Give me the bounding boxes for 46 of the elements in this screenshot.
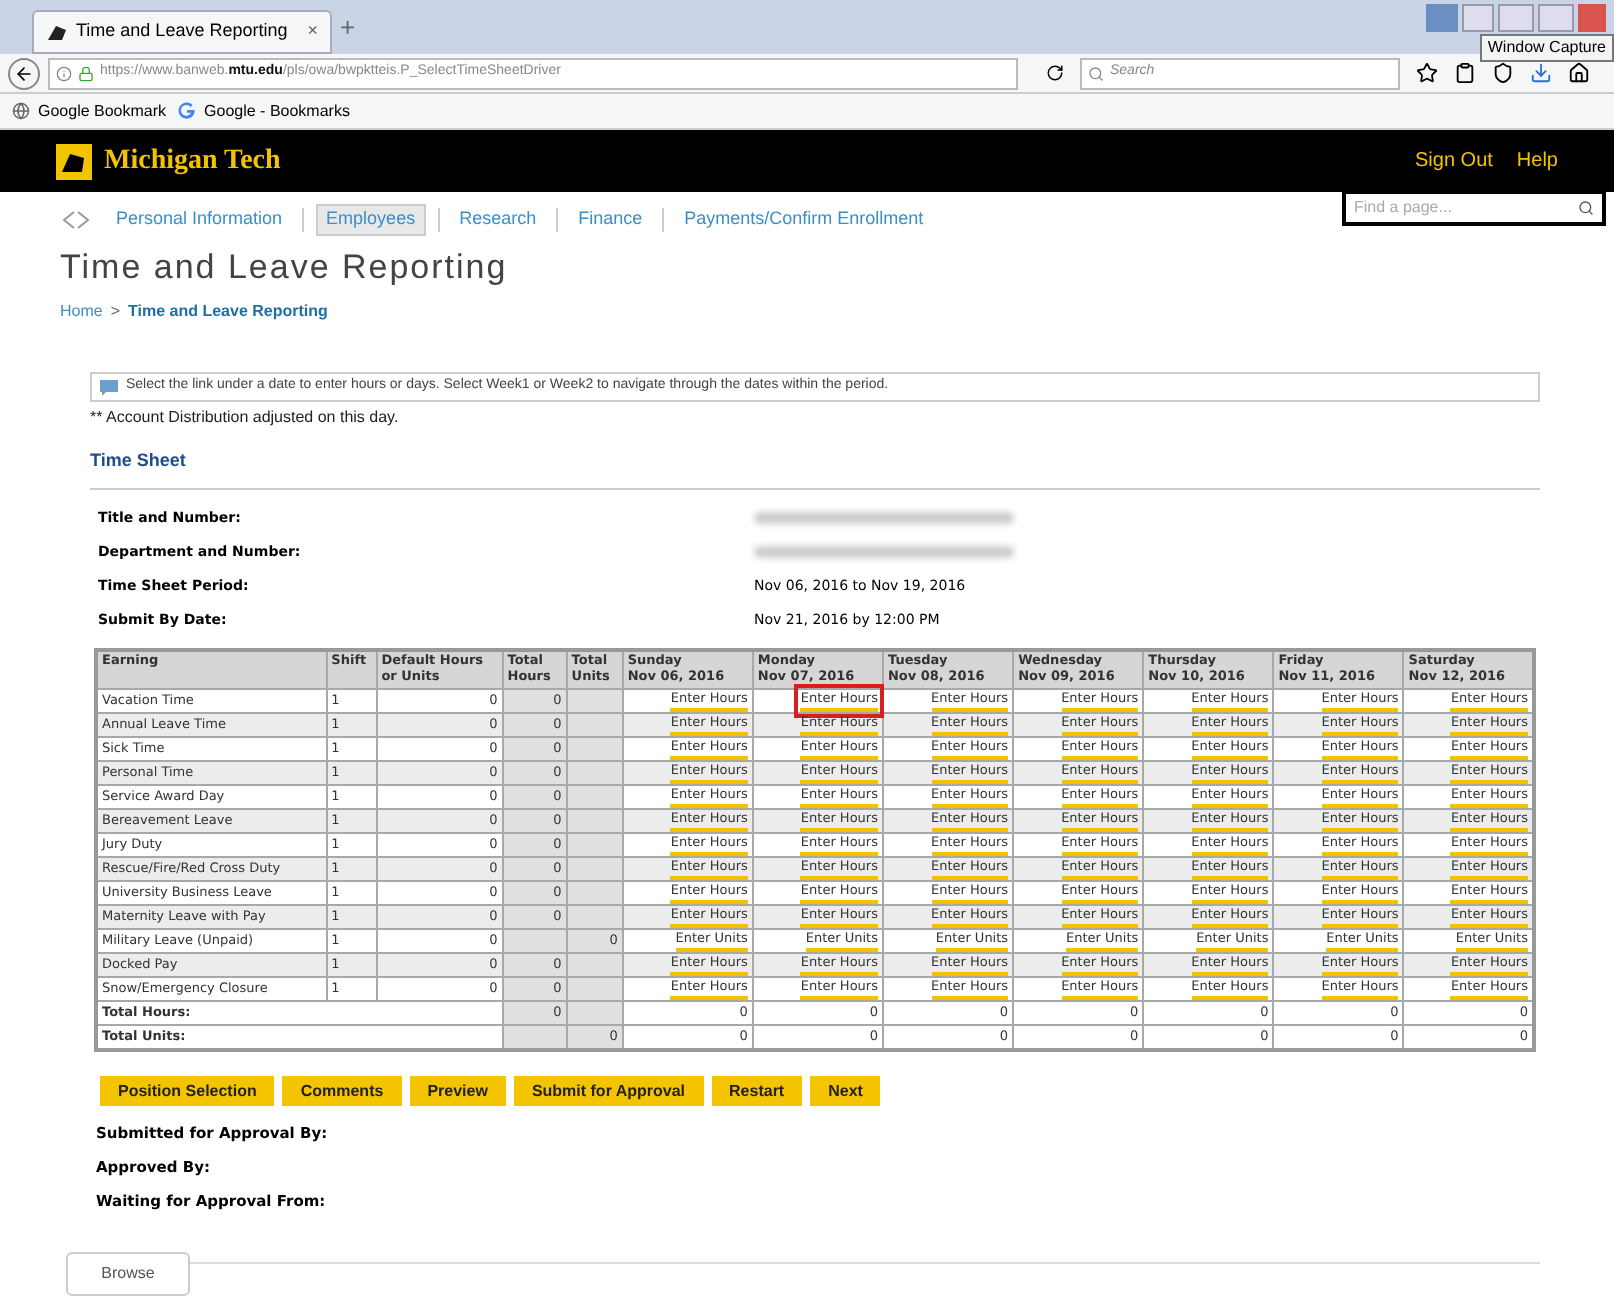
nav-tab[interactable]: Personal Information bbox=[108, 206, 291, 234]
header-link[interactable]: Sign Out bbox=[1415, 146, 1493, 176]
action-button[interactable]: Position Selection bbox=[100, 1076, 275, 1106]
note-text: ** Account Distribution adjusted on this day. bbox=[90, 406, 401, 430]
home-icon[interactable] bbox=[1568, 62, 1590, 84]
nav-tab[interactable]: Finance bbox=[570, 206, 651, 234]
new-tab-button[interactable]: + bbox=[340, 7, 356, 54]
logo-icon bbox=[56, 143, 92, 179]
star-icon[interactable] bbox=[1416, 62, 1438, 84]
search-icon bbox=[1088, 65, 1104, 81]
shield-icon[interactable] bbox=[1492, 62, 1514, 84]
action-button[interactable]: Preview bbox=[409, 1076, 506, 1106]
action-button[interactable]: Submit for Approval bbox=[513, 1076, 704, 1106]
action-button[interactable]: Next bbox=[810, 1076, 881, 1106]
action-button[interactable]: Comments bbox=[282, 1076, 402, 1106]
lock-icon bbox=[78, 65, 94, 81]
nav-tab[interactable]: Research bbox=[451, 206, 545, 234]
logo-icon bbox=[46, 22, 68, 42]
bookmark-link[interactable]: Google Bookmark bbox=[38, 99, 167, 123]
nav-tab[interactable]: Payments/Confirm Enrollment bbox=[676, 206, 932, 234]
breadcrumb-current: Time and Leave Reporting bbox=[128, 300, 328, 324]
bookmark-link[interactable]: Google - Bookmarks bbox=[204, 99, 350, 123]
browser-tab[interactable]: Time and Leave Reporting × bbox=[32, 10, 332, 54]
action-button[interactable]: Restart bbox=[711, 1076, 803, 1106]
find-placeholder: Find a page... bbox=[1354, 196, 1452, 220]
browse-button[interactable]: Browse bbox=[66, 1252, 190, 1296]
close-icon[interactable]: × bbox=[307, 18, 318, 46]
breadcrumb-separator: > bbox=[110, 300, 121, 324]
tab-title: Time and Leave Reporting bbox=[76, 18, 288, 45]
brand-name: Michigan Tech bbox=[104, 144, 281, 180]
header-link[interactable]: Help bbox=[1516, 146, 1558, 176]
info-icon bbox=[56, 65, 72, 81]
nav-arrows-icon[interactable] bbox=[60, 210, 92, 230]
search-icon bbox=[1578, 200, 1594, 216]
google-icon bbox=[178, 102, 197, 120]
globe-icon bbox=[12, 102, 30, 120]
tooltip: Window Capture bbox=[1479, 34, 1614, 62]
back-arrow-icon bbox=[14, 63, 34, 83]
back-button[interactable] bbox=[8, 57, 40, 89]
breadcrumb-link[interactable]: Home bbox=[60, 300, 103, 324]
message-icon bbox=[100, 379, 118, 395]
download-icon[interactable] bbox=[1530, 62, 1552, 84]
page-title: Time and Leave Reporting bbox=[60, 248, 510, 288]
section-heading: Time Sheet bbox=[90, 448, 1540, 489]
clipboard-icon[interactable] bbox=[1454, 62, 1476, 84]
reload-icon[interactable] bbox=[1046, 64, 1064, 82]
